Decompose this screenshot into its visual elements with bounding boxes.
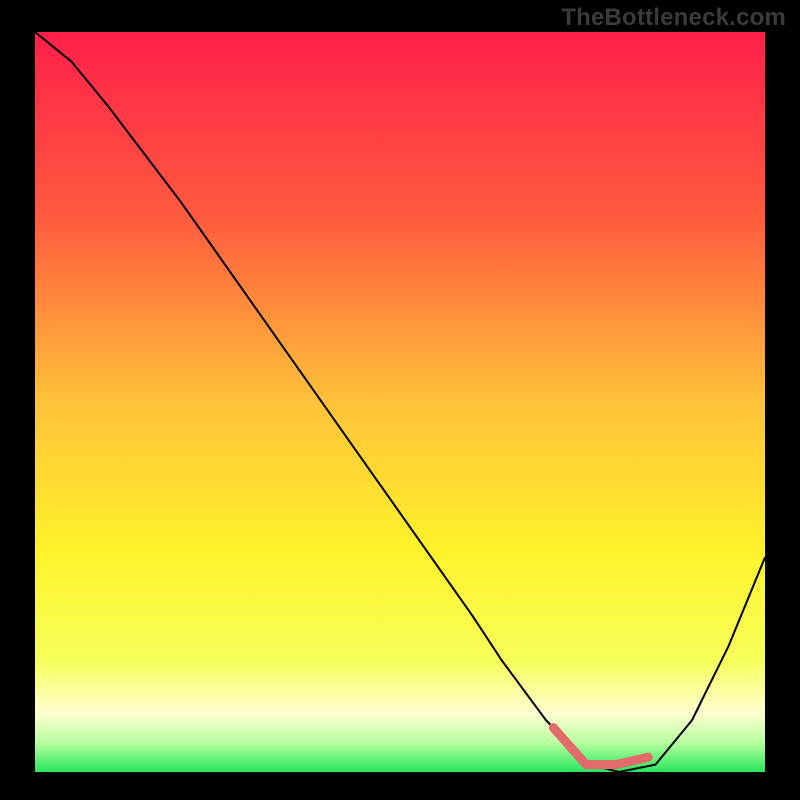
gradient-background: [35, 32, 765, 772]
watermark-text: TheBottleneck.com: [561, 4, 786, 32]
chart-plot-area: [35, 32, 765, 772]
chart-frame: TheBottleneck.com: [0, 0, 800, 800]
chart-svg: [35, 32, 765, 772]
